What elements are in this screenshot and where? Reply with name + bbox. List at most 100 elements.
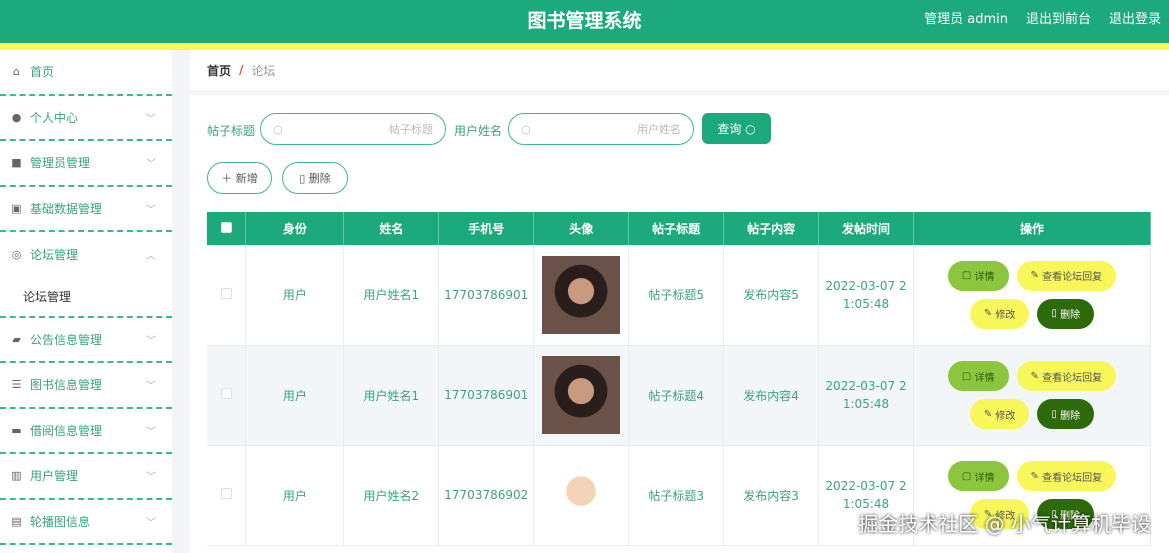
document-icon: ▢ (961, 370, 972, 382)
sidebar-item-label: 公告信息管理 (30, 332, 103, 347)
sidebar-item-label: 论坛管理 (30, 248, 79, 263)
chevron-down-icon: ﹀ (146, 472, 156, 484)
sidebar-item-9[interactable]: ▤ 轮播图信息 ﹀ (0, 500, 172, 545)
column-header: 帖子内容 (723, 212, 820, 245)
view-replies-button[interactable]: ✎ 查看论坛回复 (1016, 461, 1117, 491)
sidebar: ⌂ 首页 ● 个人中心 ﹀ ■ 管理员管理 ﹀ ▣ 基础数据管理 ﹀ ◎ 论坛管理 ︿ 论坛管理 ▰ 公告信息管… (0, 50, 172, 553)
sliders-icon: ☰ (11, 378, 22, 392)
document-icon: ▢ (961, 270, 972, 282)
user-icon: ● (11, 110, 22, 124)
avatar-image (542, 456, 621, 534)
search-icon: ○ (745, 121, 756, 136)
sidebar-item-7[interactable]: ▬ 借阅信息管理 ﹀ (0, 409, 172, 454)
column-header: 姓名 (343, 212, 440, 245)
row-select-cell (207, 445, 247, 546)
row-checkbox[interactable] (220, 488, 232, 499)
delete-button[interactable]: ▯ 删除 (1037, 298, 1095, 329)
sidebar-item-5[interactable]: ▰ 公告信息管理 ﹀ (0, 318, 172, 363)
post-title-cell: 帖子标题4 (628, 345, 725, 446)
content-panel: 帖子标题 ○ 帖子标题 用户姓名 ○ 用户姓名 查询 ○ ＋ 新增 ▯ 删除 身份姓… (190, 95, 1169, 553)
post-content-cell: 发布内容5 (723, 245, 820, 346)
forum-table: 身份 姓名 手机号 头像 帖子标题 帖子内容 发帖时间 操作 用户 用户姓名1 1770378… (207, 212, 1152, 546)
sidebar-item-label: 图书信息管理 (30, 378, 103, 393)
query-button[interactable]: 查询 ○ (702, 113, 771, 144)
breadcrumb-home[interactable]: 首页 (207, 62, 231, 79)
watermark: 掘金技术社区 @ 小气计算机毕设 (858, 512, 1151, 536)
edit-label: 修改 (995, 310, 1016, 322)
detail-label: 详情 (974, 372, 995, 384)
phone-cell: 17703786901 (438, 245, 535, 346)
edit-icon: ✎ (1030, 270, 1039, 282)
exit-to-front-link[interactable]: 退出到前台 (1026, 8, 1091, 27)
breadcrumb: 首页 / 论坛 (190, 50, 1169, 90)
detail-button[interactable]: ▢ 详情 (947, 461, 1009, 491)
post-title-cell: 帖子标题5 (628, 245, 725, 346)
column-header: 手机号 (438, 212, 535, 245)
edit-button[interactable]: ✎ 修改 (969, 298, 1030, 329)
sidebar-item-label: 首页 (30, 65, 55, 80)
detail-button[interactable]: ▢ 详情 (947, 361, 1009, 391)
post-title-cell: 帖子标题3 (628, 445, 725, 546)
sidebar-item-0[interactable]: ⌂ 首页 (0, 50, 172, 96)
view-replies-label: 查看论坛回复 (1042, 372, 1103, 384)
briefcase-icon: ■ (11, 156, 22, 170)
add-button[interactable]: ＋ 新增 (207, 162, 272, 194)
sidebar-item-2[interactable]: ■ 管理员管理 ﹀ (0, 141, 172, 187)
chevron-down-icon: ﹀ (146, 113, 156, 125)
table-row: 用户 用户姓名1 17703786901 帖子标题5 发布内容5 2022-03… (207, 245, 1152, 346)
compass-icon: ◎ (11, 248, 22, 262)
sidebar-item-label: 个人中心 (30, 110, 79, 125)
edit-icon: ✎ (983, 408, 993, 420)
phone-cell: 17703786902 (438, 445, 535, 546)
table-row: 用户 用户姓名1 17703786901 帖子标题4 发布内容4 2022-03… (207, 345, 1152, 446)
column-header: 发帖时间 (818, 212, 914, 245)
detail-button[interactable]: ▢ 详情 (947, 260, 1009, 291)
row-checkbox[interactable] (220, 287, 232, 299)
chevron-down-icon: ﹀ (146, 426, 156, 438)
delete-button[interactable]: ▯ 删除 (1037, 399, 1095, 429)
user-name-placeholder: 用户姓名 (637, 123, 681, 136)
name-cell: 用户姓名2 (343, 445, 440, 546)
search-icon: ○ (273, 122, 283, 136)
sidebar-item-label: 借阅信息管理 (30, 423, 103, 438)
ticket-icon: ▬ (11, 423, 22, 437)
trash-icon: ▯ (1051, 308, 1057, 320)
phone-cell: 17703786901 (438, 345, 535, 446)
delete-label: 删除 (308, 172, 331, 185)
sidebar-item-3[interactable]: ▣ 基础数据管理 ﹀ (0, 187, 172, 232)
post-content-cell: 发布内容3 (723, 445, 820, 546)
view-replies-button[interactable]: ✎ 查看论坛回复 (1016, 361, 1117, 391)
post-title-placeholder: 帖子标题 (389, 123, 433, 136)
current-user: 管理员 admin (924, 12, 1008, 27)
chevron-down-icon: ﹀ (146, 204, 156, 216)
logout-link[interactable]: 退出登录 (1109, 8, 1161, 27)
row-checkbox[interactable] (220, 388, 232, 399)
edit-icon: ✎ (1030, 370, 1039, 382)
sidebar-item-1[interactable]: ● 个人中心 ﹀ (0, 96, 172, 141)
edit-button[interactable]: ✎ 修改 (969, 399, 1030, 429)
trash-icon: ▯ (1051, 408, 1057, 420)
bar-chart-icon: ▥ (11, 469, 22, 483)
delete-label: 删除 (1060, 310, 1081, 322)
select-all-checkbox[interactable] (220, 221, 232, 233)
sidebar-subitem-forum[interactable]: 论坛管理 (0, 278, 172, 318)
add-label: 新增 (235, 172, 258, 185)
batch-delete-button[interactable]: ▯ 删除 (282, 162, 348, 194)
user-name-input[interactable]: ○ 用户姓名 (508, 113, 694, 145)
sidebar-item-6[interactable]: ☰ 图书信息管理 ﹀ (0, 363, 172, 409)
search-icon: ○ (521, 122, 531, 136)
operations-cell: ▢ 详情 ✎ 查看论坛回复 ✎ 修改 ▯ 删除 (913, 245, 1152, 346)
sidebar-item-4[interactable]: ◎ 论坛管理 ︿ (0, 232, 172, 278)
view-replies-button[interactable]: ✎ 查看论坛回复 (1016, 260, 1117, 291)
row-select-cell (207, 245, 247, 346)
home-icon: ⌂ (13, 65, 20, 79)
avatar-cell (533, 445, 630, 546)
avatar-image (542, 356, 621, 434)
operations-cell: ▢ 详情 ✎ 查看论坛回复 ✎ 修改 ▯ 删除 (913, 345, 1152, 446)
edit-icon: ✎ (1030, 470, 1039, 482)
plus-icon: ＋ (221, 172, 233, 185)
user-name-label: 用户姓名 (454, 124, 503, 138)
role-cell: 用户 (245, 445, 345, 546)
sidebar-item-8[interactable]: ▥ 用户管理 ﹀ (0, 454, 172, 500)
post-title-input[interactable]: ○ 帖子标题 (260, 113, 446, 145)
